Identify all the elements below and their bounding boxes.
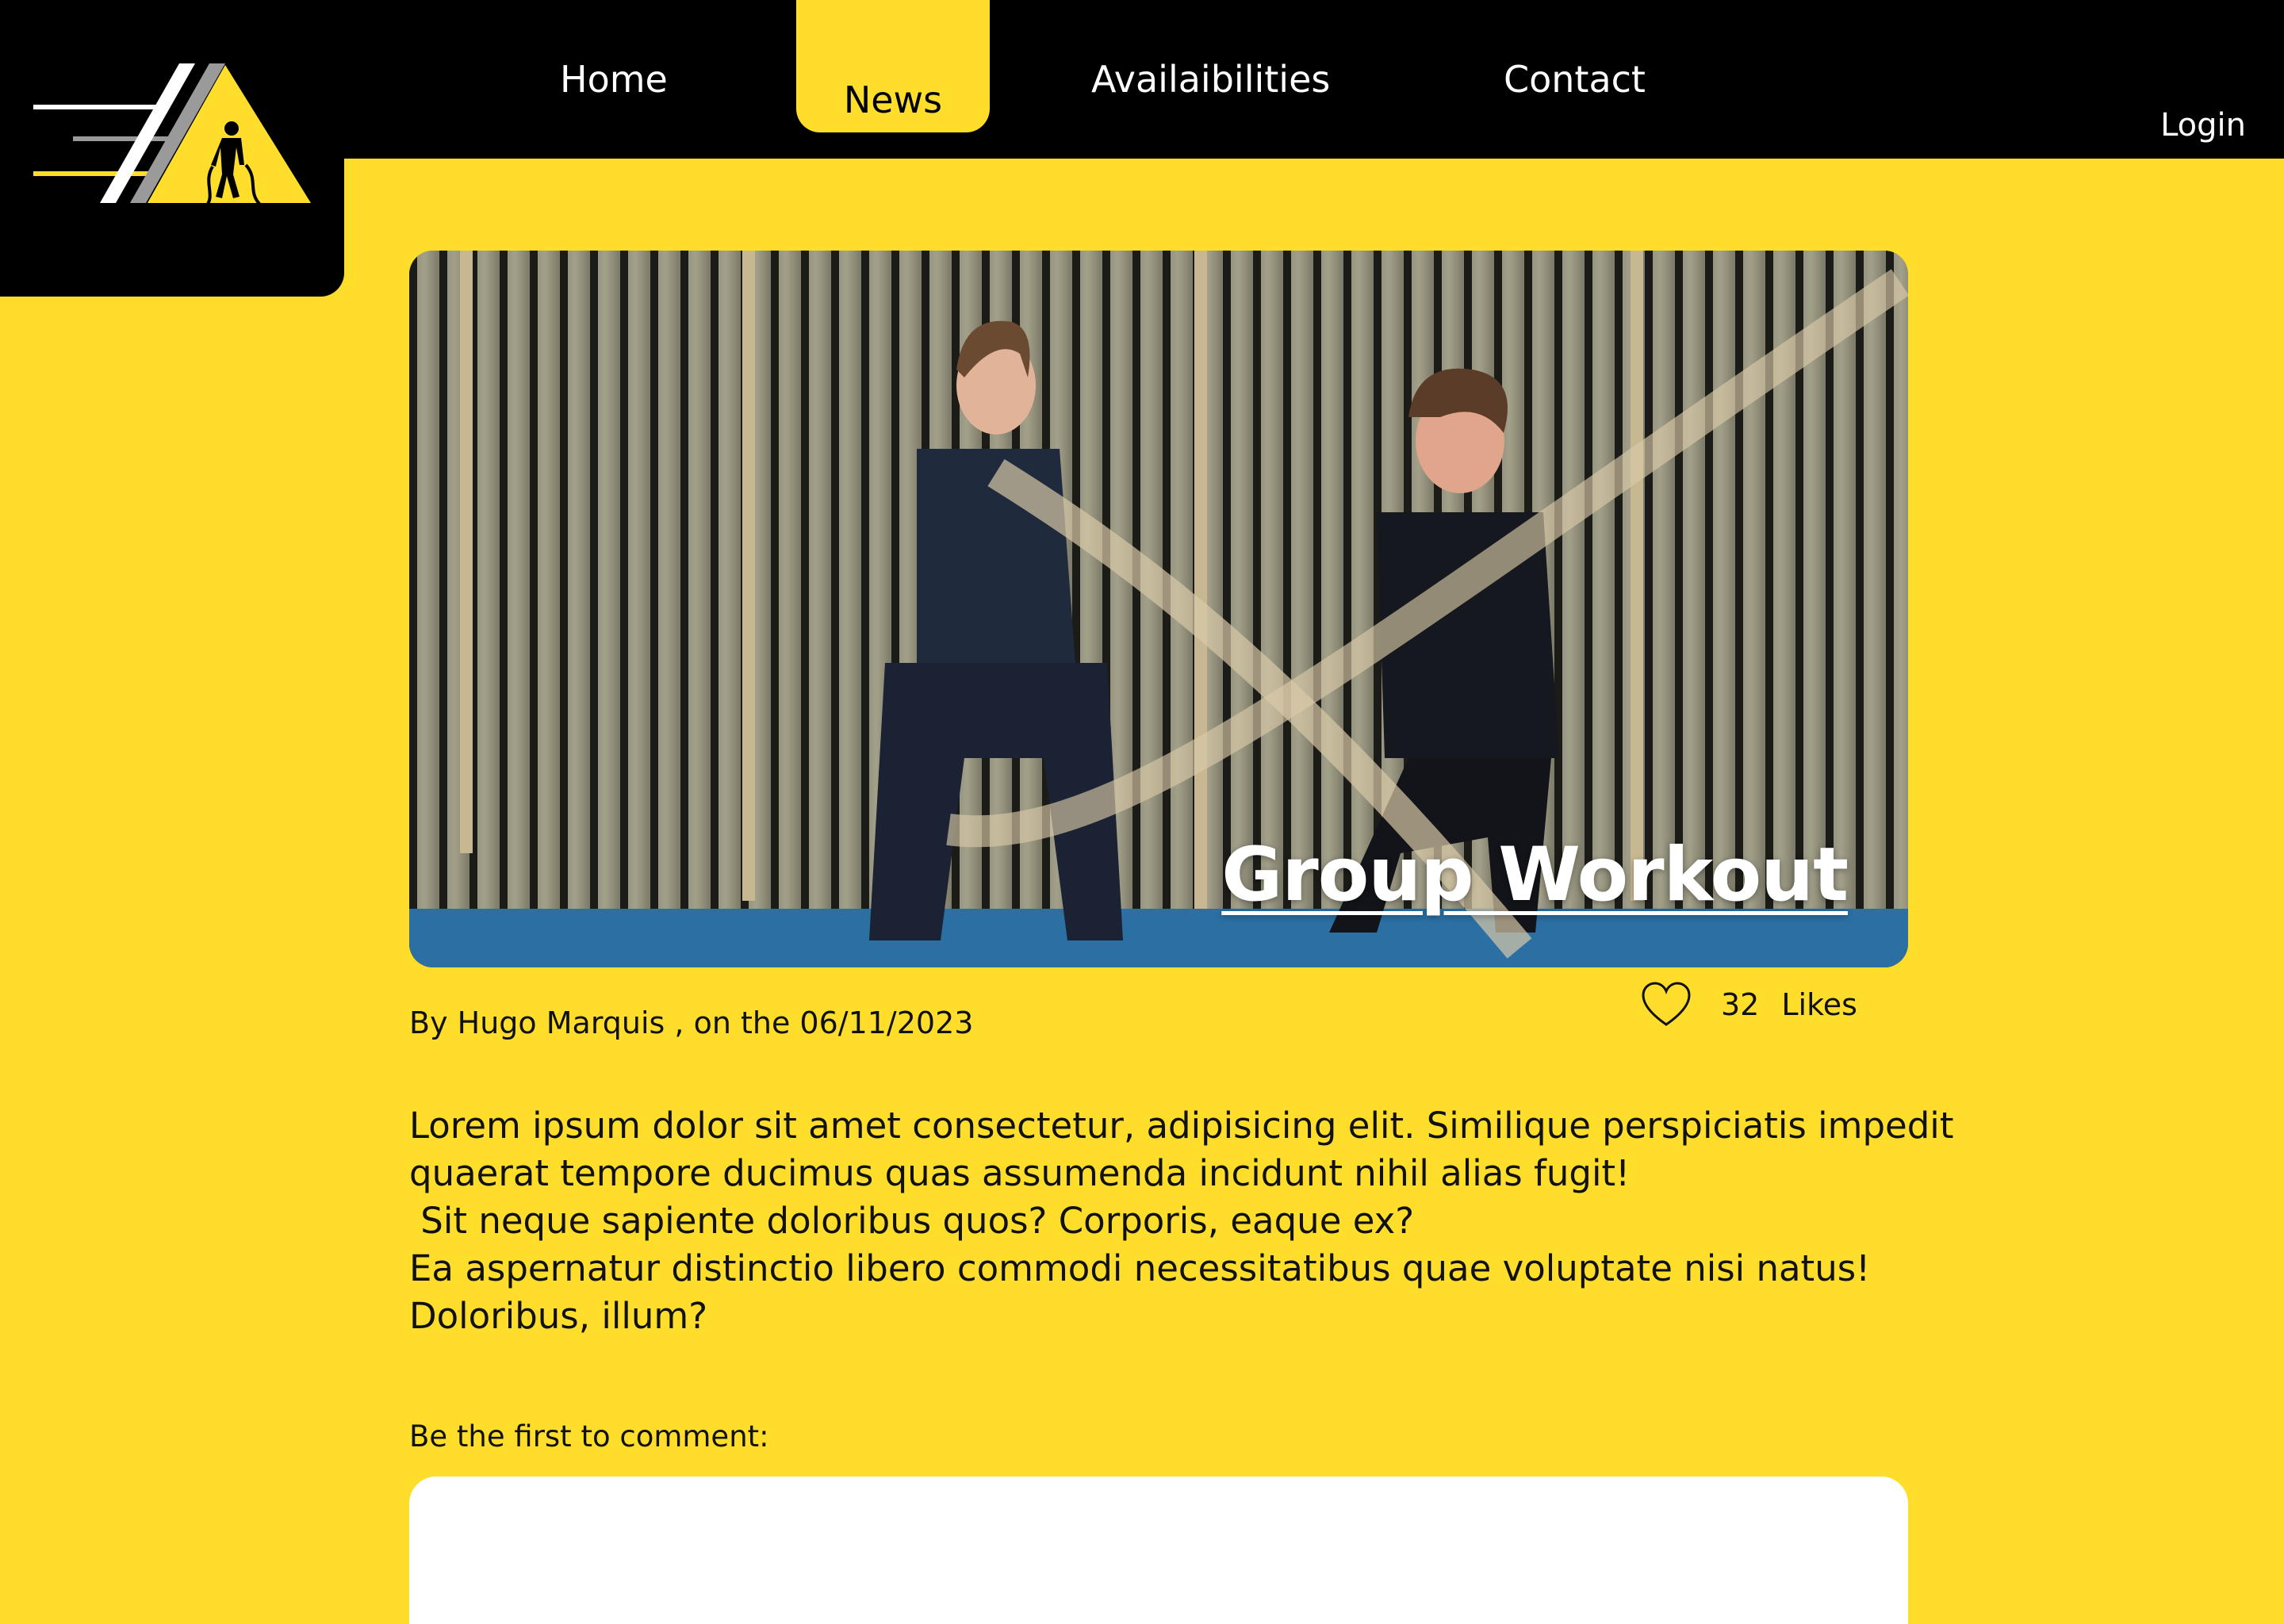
likes-count: 32	[1721, 987, 1760, 1022]
page: Home News Availaibilities Contact Login	[0, 0, 2284, 1624]
article-line: Ea aspernatur distinctio libero commodi …	[409, 1247, 1871, 1289]
likes-widget: 32 Likes	[1640, 980, 1857, 1029]
article-line: Sit neque sapiente doloribus quos? Corpo…	[409, 1200, 1415, 1242]
article-byline: By Hugo Marquis , on the 06/11/2023	[409, 1005, 974, 1040]
article-line: Lorem ipsum dolor sit amet consectetur, …	[409, 1105, 1954, 1147]
article-title[interactable]: Group Workout	[1221, 832, 1849, 918]
main-nav: Home News Availaibilities Contact Login	[0, 0, 2284, 159]
comment-input[interactable]	[409, 1477, 1908, 1624]
nav-news[interactable]: News	[796, 0, 990, 132]
article-line: quaerat tempore ducimus quas assumenda i…	[409, 1152, 1631, 1194]
article-hero-image: Group Workout	[409, 251, 1908, 967]
nav-home[interactable]: Home	[560, 58, 668, 101]
nav-contact[interactable]: Contact	[1504, 58, 1646, 101]
login-link[interactable]: Login	[2160, 107, 2246, 144]
likes-label: Likes	[1781, 987, 1857, 1022]
comment-prompt: Be the first to comment:	[409, 1419, 769, 1454]
nav-availabilities[interactable]: Availaibilities	[1091, 58, 1330, 101]
article-body: Lorem ipsum dolor sit amet consectetur, …	[409, 1102, 1954, 1340]
article-line: Doloribus, illum?	[409, 1295, 708, 1337]
heart-icon[interactable]	[1640, 980, 1692, 1029]
